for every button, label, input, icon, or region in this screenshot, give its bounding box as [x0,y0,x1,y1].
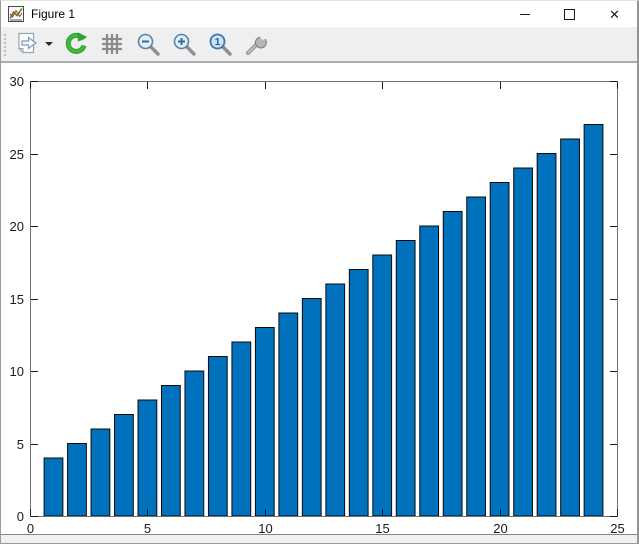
bar [396,241,415,517]
bar [373,255,392,516]
x-tick-label: 25 [610,521,624,534]
svg-text:1: 1 [215,37,221,48]
close-icon: ✕ [609,8,620,21]
bar [255,328,274,517]
bar [443,212,462,517]
y-tick-label: 20 [10,219,24,234]
minimize-button[interactable] [502,1,547,27]
maximize-icon [564,9,575,20]
bar [420,226,439,516]
wrench-icon [243,31,269,57]
bar [302,299,321,517]
bar-chart: 0 5 10 15 20 25 0 5 10 15 20 25 30 [1,63,637,534]
bar [185,371,204,516]
export-menu-button[interactable] [43,29,55,59]
grid-icon [99,31,125,57]
figure-plot-icon [8,6,24,22]
zoom-reset-button[interactable]: 1 [205,29,235,59]
figure-window: Figure 1 ✕ [0,0,639,544]
bar [91,429,110,516]
bar [161,386,180,517]
zoom-in-icon [171,31,197,57]
y-tick-label: 25 [10,147,24,162]
bar [115,415,134,517]
bar [44,458,63,516]
options-button[interactable] [241,29,271,59]
zoom-out-button[interactable] [133,29,163,59]
bar [326,284,345,516]
zoom-reset-icon: 1 [207,31,233,57]
grid-toggle-button[interactable] [97,29,127,59]
export-icon [13,31,39,57]
export-button[interactable] [9,29,43,59]
refresh-icon [63,31,89,57]
y-tick-label: 30 [10,74,24,89]
replot-button[interactable] [61,29,91,59]
x-tick-label: 20 [493,521,507,534]
maximize-button[interactable] [547,1,592,27]
titlebar: Figure 1 ✕ [1,1,637,27]
bar [138,400,157,516]
x-tick-label: 0 [27,521,34,534]
zoom-in-button[interactable] [169,29,199,59]
x-tick-label: 10 [258,521,272,534]
toolbar: 1 [1,27,637,63]
bar [208,357,227,517]
close-button[interactable]: ✕ [592,1,637,27]
bar [349,270,368,517]
minimize-icon [520,14,530,15]
bar [279,313,298,516]
bar [584,125,603,517]
bar [561,139,580,516]
window-controls: ✕ [502,1,637,27]
x-tick-label: 5 [144,521,151,534]
bar [68,444,87,517]
x-tick-label: 15 [375,521,389,534]
bar [514,168,533,516]
figure-canvas[interactable]: 0 5 10 15 20 25 0 5 10 15 20 25 30 [1,63,637,534]
y-tick-label: 10 [10,364,24,379]
zoom-out-icon [135,31,161,57]
y-tick-label: 0 [17,509,24,524]
bar [467,197,486,516]
y-tick-label: 15 [10,292,24,307]
status-bar [1,534,637,543]
bar [537,154,556,517]
bar-series [44,125,603,517]
bar [232,342,251,516]
bar [490,183,509,517]
window-title: Figure 1 [31,7,75,21]
toolbar-grip-handle[interactable] [2,32,7,56]
dropdown-caret-icon [45,42,53,46]
y-tick-label: 5 [17,437,24,452]
